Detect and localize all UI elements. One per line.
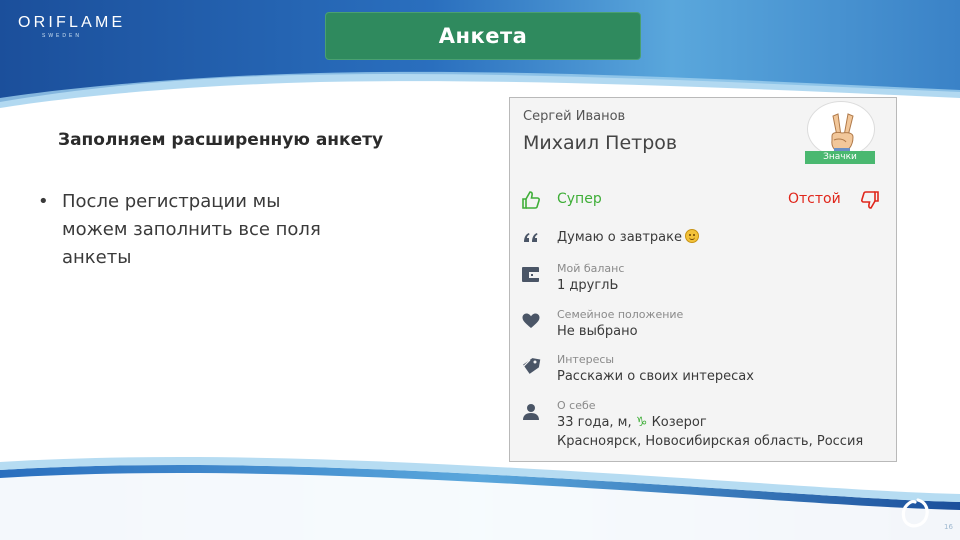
bullet-dot: • — [38, 191, 49, 212]
profile-card: Сергей Иванов Михаил Петров Значки Супер… — [509, 97, 897, 462]
status-text[interactable]: Думаю о завтраке — [557, 229, 699, 245]
like-label[interactable]: Супер — [557, 191, 602, 207]
oriflame-circle-icon — [901, 498, 929, 528]
victory-hand-icon — [831, 113, 854, 156]
smile-emoji-icon — [684, 229, 699, 243]
slide-title: Анкета — [438, 24, 528, 48]
balance-label: Мой баланс — [557, 262, 625, 275]
dislike-label[interactable]: Отстой — [788, 191, 841, 207]
profile-name-small[interactable]: Сергей Иванов — [523, 109, 625, 124]
heart-icon — [522, 313, 540, 328]
family-label: Семейное положение — [557, 308, 684, 321]
profile-name-big: Михаил Петров — [523, 132, 678, 154]
interests-label: Интересы — [557, 353, 615, 366]
logo-subtext: SWEDEN — [42, 33, 82, 39]
about-label: О себе — [557, 399, 596, 412]
thumbs-up-icon[interactable] — [521, 190, 541, 210]
oriflame-logo: ORIFLAME SWEDEN — [18, 14, 125, 39]
slide-title-box: Анкета — [325, 12, 641, 60]
page-number: 16 — [944, 523, 953, 531]
interests-value[interactable]: Расскажи о своих интересах — [557, 369, 754, 384]
about-location[interactable]: Красноярск, Новосибирская область, Росси… — [557, 434, 863, 449]
bullet-item: • После регистрации мы можем заполнить в… — [38, 188, 342, 272]
about-zodiac: Козерог — [651, 415, 707, 430]
about-age: 33 года, м, — [557, 415, 632, 430]
badges-button[interactable]: Значки — [805, 151, 875, 164]
slide-subtitle: Заполняем расширенную анкету — [58, 130, 384, 150]
balance-value[interactable]: 1 друглЬ — [557, 278, 618, 293]
about-value[interactable]: 33 года, м, ♑ Козерог — [557, 415, 707, 430]
person-icon — [523, 404, 539, 420]
zodiac-icon: ♑ — [635, 415, 648, 430]
bullet-text: После регистрации мы можем заполнить все… — [62, 191, 321, 268]
quote-icon — [524, 233, 538, 242]
logo-text: ORIFLAME — [18, 14, 126, 31]
avatar[interactable] — [807, 101, 875, 157]
thumbs-down-icon[interactable] — [860, 190, 880, 210]
family-value[interactable]: Не выбрано — [557, 324, 638, 339]
status-label: Думаю о завтраке — [557, 230, 682, 245]
wallet-icon — [522, 267, 539, 282]
tag-icon — [521, 358, 541, 374]
